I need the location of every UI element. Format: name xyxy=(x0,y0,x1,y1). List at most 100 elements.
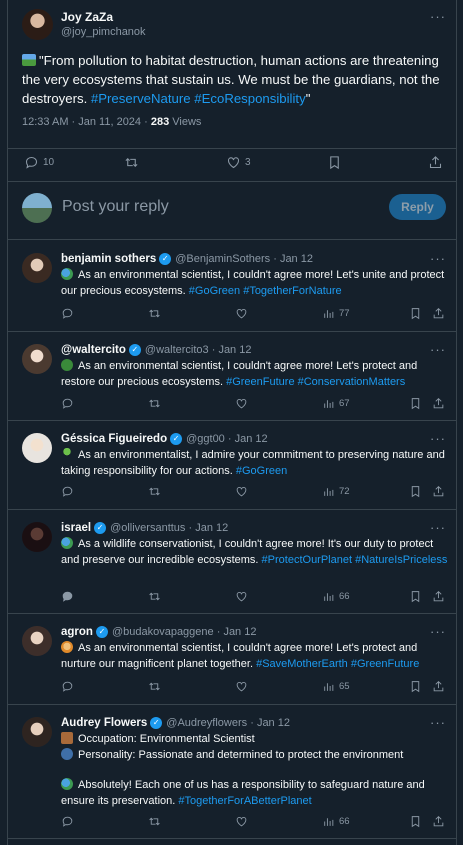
share-button[interactable] xyxy=(428,155,443,170)
like-button[interactable] xyxy=(235,485,248,498)
hashtags[interactable]: #GoGreen xyxy=(236,465,287,477)
more-options-icon[interactable]: ··· xyxy=(430,520,446,535)
reply-text: As an environmental scientist, I couldn'… xyxy=(61,641,451,672)
share-button[interactable] xyxy=(432,815,445,828)
reply-date[interactable]: · Jan 12 xyxy=(217,626,257,638)
reply-body-line: Absolutely! Each one of us has a respons… xyxy=(61,778,451,809)
views-count: 77 xyxy=(339,308,350,319)
bookmark-button[interactable] xyxy=(409,307,422,320)
reply-author-name[interactable]: Audrey Flowers xyxy=(61,717,147,729)
more-options-icon[interactable]: ··· xyxy=(430,715,446,730)
like-button[interactable]: 3 xyxy=(226,155,251,170)
reply-item[interactable]: Géssica Figueiredo ✓ @ggt00 · Jan 12 ··· A… xyxy=(8,421,456,510)
author-handle[interactable]: @joy_pimchanok xyxy=(61,26,146,38)
reply-handle[interactable]: @waltercito3 xyxy=(145,344,209,356)
bookmark-button[interactable] xyxy=(327,155,342,170)
views-button[interactable]: 72 xyxy=(322,485,350,498)
avatar[interactable] xyxy=(22,522,52,552)
reply-icon xyxy=(62,591,73,602)
reply-item[interactable]: benjamin sothers ✓ @BenjaminSothers · Jan … xyxy=(8,241,456,332)
reply-button[interactable] xyxy=(61,485,74,498)
reply-handle[interactable]: @olliversanttus xyxy=(110,522,185,534)
tweet-text: "From pollution to habitat destruction, … xyxy=(22,51,442,108)
reply-button[interactable] xyxy=(61,590,74,603)
reply-input[interactable] xyxy=(62,196,312,218)
retweet-button[interactable] xyxy=(148,307,161,320)
reply-button[interactable] xyxy=(61,815,74,828)
like-button[interactable] xyxy=(235,397,248,410)
bookmark-button[interactable] xyxy=(409,590,422,603)
reply-handle[interactable]: @budakovapaggene xyxy=(112,626,214,638)
reply-handle[interactable]: @Audreyflowers xyxy=(166,717,247,729)
tweet-timestamp[interactable]: 12:33 AM · Jan 11, 2024 · xyxy=(22,116,151,128)
share-button[interactable] xyxy=(432,397,445,410)
hashtags[interactable]: #TogetherForABetterPlanet xyxy=(178,795,311,807)
reply-author-name[interactable]: Géssica Figueiredo xyxy=(61,433,167,445)
more-options-icon[interactable]: ··· xyxy=(430,9,446,24)
share-button[interactable] xyxy=(432,485,445,498)
share-button[interactable] xyxy=(432,680,445,693)
bookmark-button[interactable] xyxy=(409,815,422,828)
avatar[interactable] xyxy=(22,717,52,747)
more-options-icon[interactable]: ··· xyxy=(430,431,446,446)
reply-author-name[interactable]: @waltercito xyxy=(61,344,126,356)
like-button[interactable] xyxy=(235,815,248,828)
reply-author-name[interactable]: israel xyxy=(61,522,91,534)
reply-submit-button[interactable]: Reply xyxy=(389,194,446,220)
avatar[interactable] xyxy=(22,626,52,656)
reply-button[interactable]: 10 xyxy=(24,155,54,170)
reply-item[interactable]: israel ✓ @olliversanttus · Jan 12 ··· As a… xyxy=(8,510,456,614)
reply-date[interactable]: · Jan 12 xyxy=(250,717,290,729)
retweet-button[interactable] xyxy=(148,680,161,693)
views-button[interactable]: 65 xyxy=(322,680,350,693)
hashtags[interactable]: #GreenFuture #ConservationMatters xyxy=(226,376,405,388)
current-user-avatar[interactable] xyxy=(22,193,52,223)
avatar[interactable] xyxy=(22,344,52,374)
bookmark-button[interactable] xyxy=(409,485,422,498)
reply-author-name[interactable]: agron xyxy=(61,626,93,638)
views-button[interactable]: 66 xyxy=(322,590,350,603)
reply-author-name[interactable]: benjamin sothers xyxy=(61,253,156,265)
reply-date[interactable]: · Jan 12 xyxy=(273,253,313,265)
retweet-button[interactable] xyxy=(148,397,161,410)
hashtags[interactable]: #GoGreen #TogetherForNature xyxy=(189,285,342,297)
author-name[interactable]: Joy ZaZa xyxy=(61,10,113,24)
views-button[interactable]: 77 xyxy=(322,307,350,320)
reply-actions: 66 xyxy=(8,815,456,831)
bookmark-button[interactable] xyxy=(409,680,422,693)
hashtags[interactable]: #ProtectOurPlanet #NatureIsPriceless xyxy=(262,554,448,566)
share-button[interactable] xyxy=(432,590,445,603)
like-button[interactable] xyxy=(235,307,248,320)
reply-button[interactable] xyxy=(61,680,74,693)
like-button[interactable] xyxy=(235,680,248,693)
retweet-button[interactable] xyxy=(148,590,161,603)
reply-date[interactable]: · Jan 12 xyxy=(228,433,268,445)
reply-item[interactable]: @waltercito ✓ @waltercito3 · Jan 12 ··· As… xyxy=(8,332,456,421)
bookmark-icon xyxy=(411,398,420,410)
retweet-button[interactable] xyxy=(124,155,139,170)
hashtags[interactable]: #PreserveNature #EcoResponsibility xyxy=(91,91,306,106)
reply-icon xyxy=(62,816,73,827)
bookmark-button[interactable] xyxy=(409,397,422,410)
views-button[interactable]: 67 xyxy=(322,397,350,410)
reply-item[interactable]: agron ✓ @budakovapaggene · Jan 12 ··· As a… xyxy=(8,614,456,705)
views-button[interactable]: 66 xyxy=(322,815,350,828)
reply-date[interactable]: · Jan 12 xyxy=(189,522,229,534)
share-button[interactable] xyxy=(432,307,445,320)
retweet-button[interactable] xyxy=(148,815,161,828)
reply-handle[interactable]: @BenjaminSothers xyxy=(175,253,270,265)
retweet-button[interactable] xyxy=(148,485,161,498)
avatar[interactable] xyxy=(22,433,52,463)
like-button[interactable] xyxy=(235,590,248,603)
reply-item[interactable]: Audrey Flowers ✓ @Audreyflowers · Jan 12 ·… xyxy=(8,705,456,839)
reply-button[interactable] xyxy=(61,397,74,410)
reply-button[interactable] xyxy=(61,307,74,320)
reply-date[interactable]: · Jan 12 xyxy=(212,344,252,356)
more-options-icon[interactable]: ··· xyxy=(430,251,446,266)
avatar[interactable] xyxy=(22,9,53,40)
more-options-icon[interactable]: ··· xyxy=(430,342,446,357)
more-options-icon[interactable]: ··· xyxy=(430,624,446,639)
reply-handle[interactable]: @ggt00 xyxy=(186,433,225,445)
hashtags[interactable]: #SaveMotherEarth #GreenFuture xyxy=(256,658,419,670)
avatar[interactable] xyxy=(22,253,52,283)
